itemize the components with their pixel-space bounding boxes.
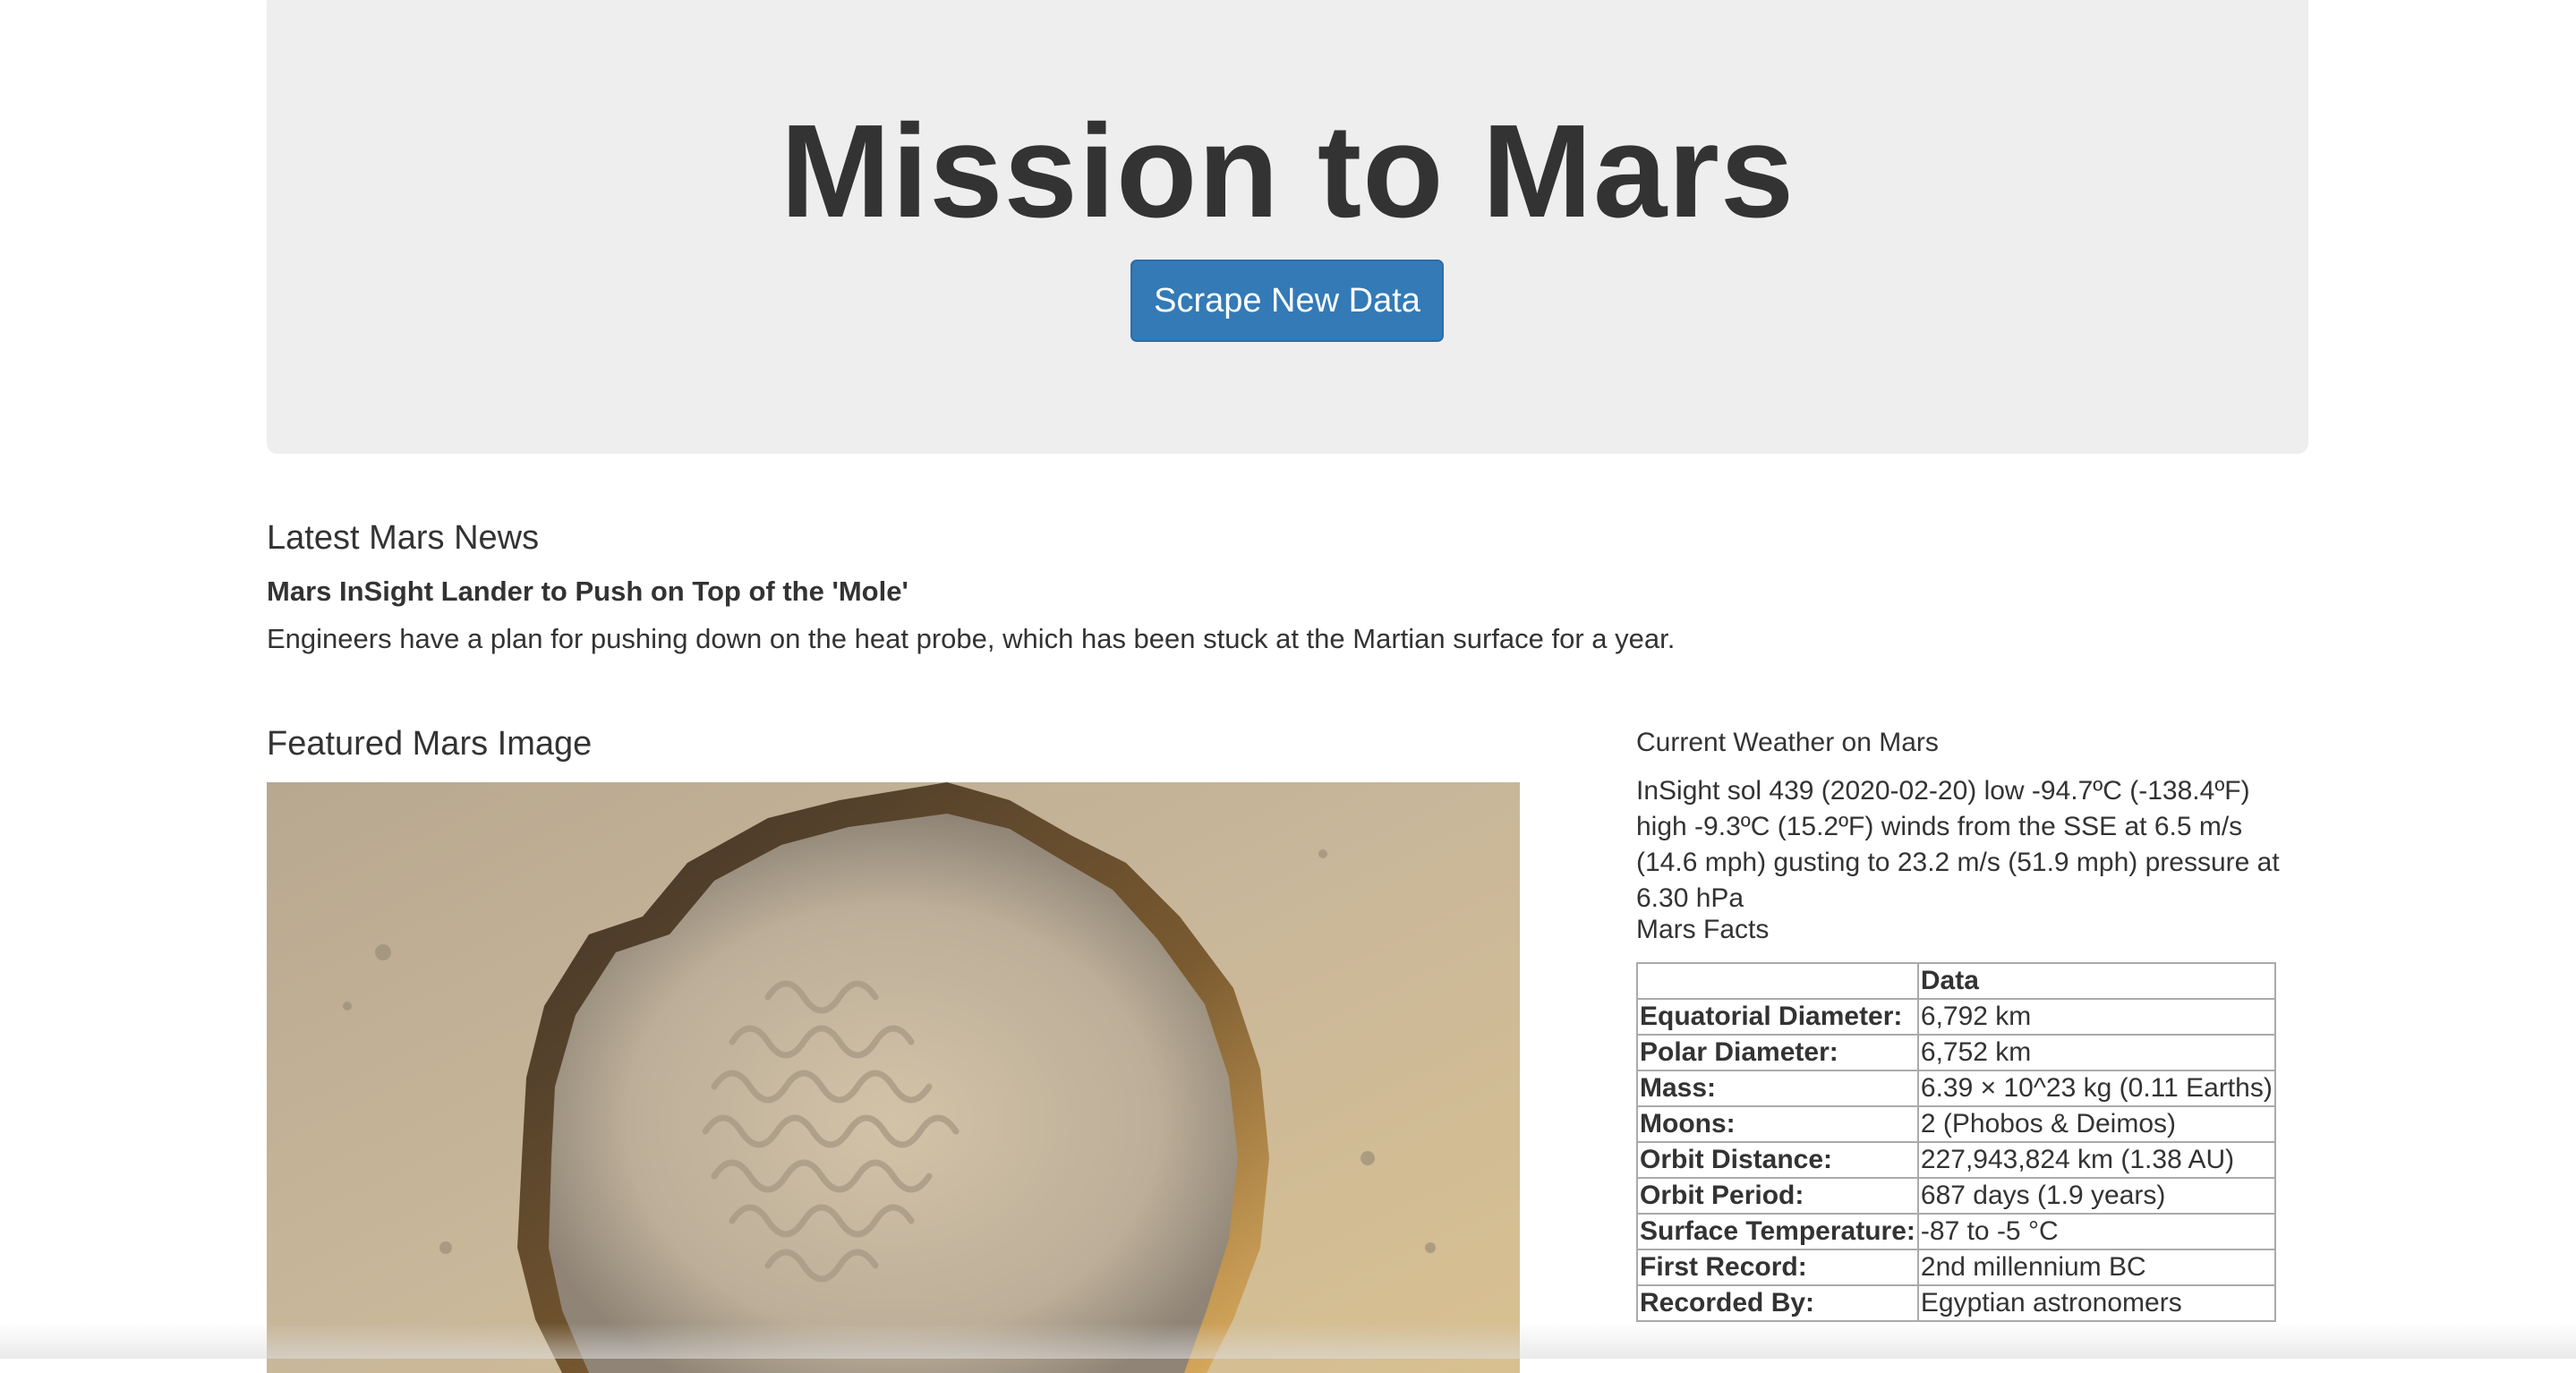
facts-heading: Mars Facts — [1636, 915, 1770, 944]
table-row: Surface Temperature: -87 to -5 °C — [1636, 1213, 2276, 1250]
facts-header-row: Data — [1636, 962, 2276, 1000]
mars-facts-table: Data Equatorial Diameter: 6,792 km Polar… — [1636, 962, 2276, 1322]
fact-label: Orbit Period: — [1636, 1177, 1919, 1215]
table-row: Moons: 2 (Phobos & Deimos) — [1636, 1105, 2276, 1143]
news-heading: Latest Mars News — [267, 519, 540, 557]
fact-value: Egyptian astronomers — [1916, 1284, 2276, 1322]
fact-label: First Record: — [1636, 1249, 1919, 1286]
fact-label: Mass: — [1636, 1070, 1919, 1107]
bottom-fade — [0, 1323, 2576, 1359]
table-row: First Record: 2nd millennium BC — [1636, 1249, 2276, 1286]
facts-header-data: Data — [1916, 962, 2276, 1000]
fact-value: 227,943,824 km (1.38 AU) — [1916, 1141, 2276, 1179]
fact-label: Orbit Distance: — [1636, 1141, 1919, 1179]
featured-mars-image — [267, 782, 1520, 1373]
table-row: Orbit Period: 687 days (1.9 years) — [1636, 1177, 2276, 1215]
weather-text: InSight sol 439 (2020-02-20) low -94.7ºC… — [1636, 776, 2280, 913]
fact-label: Recorded By: — [1636, 1284, 1919, 1322]
scrape-new-data-button[interactable]: Scrape New Data — [1130, 260, 1444, 342]
jumbotron: Mission to Mars Scrape New Data — [267, 0, 2308, 454]
fact-value: 687 days (1.9 years) — [1916, 1177, 2276, 1215]
table-row: Orbit Distance: 227,943,824 km (1.38 AU) — [1636, 1141, 2276, 1179]
featured-image-heading: Featured Mars Image — [267, 725, 593, 763]
facts-header-blank — [1636, 962, 1919, 1000]
fact-value: -87 to -5 °C — [1916, 1213, 2276, 1250]
table-row: Recorded By: Egyptian astronomers — [1636, 1284, 2276, 1322]
news-title: Mars InSight Lander to Push on Top of th… — [267, 576, 908, 607]
fact-value: 6.39 × 10^23 kg (0.11 Earths) — [1916, 1070, 2276, 1107]
fact-label: Equatorial Diameter: — [1636, 998, 1919, 1036]
table-row: Polar Diameter: 6,752 km — [1636, 1034, 2276, 1071]
table-row: Equatorial Diameter: 6,792 km — [1636, 998, 2276, 1036]
fact-label: Surface Temperature: — [1636, 1213, 1919, 1250]
page-title: Mission to Mars — [780, 98, 1796, 245]
fact-label: Moons: — [1636, 1105, 1919, 1143]
table-row: Mass: 6.39 × 10^23 kg (0.11 Earths) — [1636, 1070, 2276, 1107]
fact-value: 6,752 km — [1916, 1034, 2276, 1071]
news-paragraph: Engineers have a plan for pushing down o… — [267, 623, 1676, 654]
fact-label: Polar Diameter: — [1636, 1034, 1919, 1071]
fact-value: 2nd millennium BC — [1916, 1249, 2276, 1286]
fact-value: 2 (Phobos & Deimos) — [1916, 1105, 2276, 1143]
fact-value: 6,792 km — [1916, 998, 2276, 1036]
weather-heading: Current Weather on Mars — [1636, 728, 1939, 757]
